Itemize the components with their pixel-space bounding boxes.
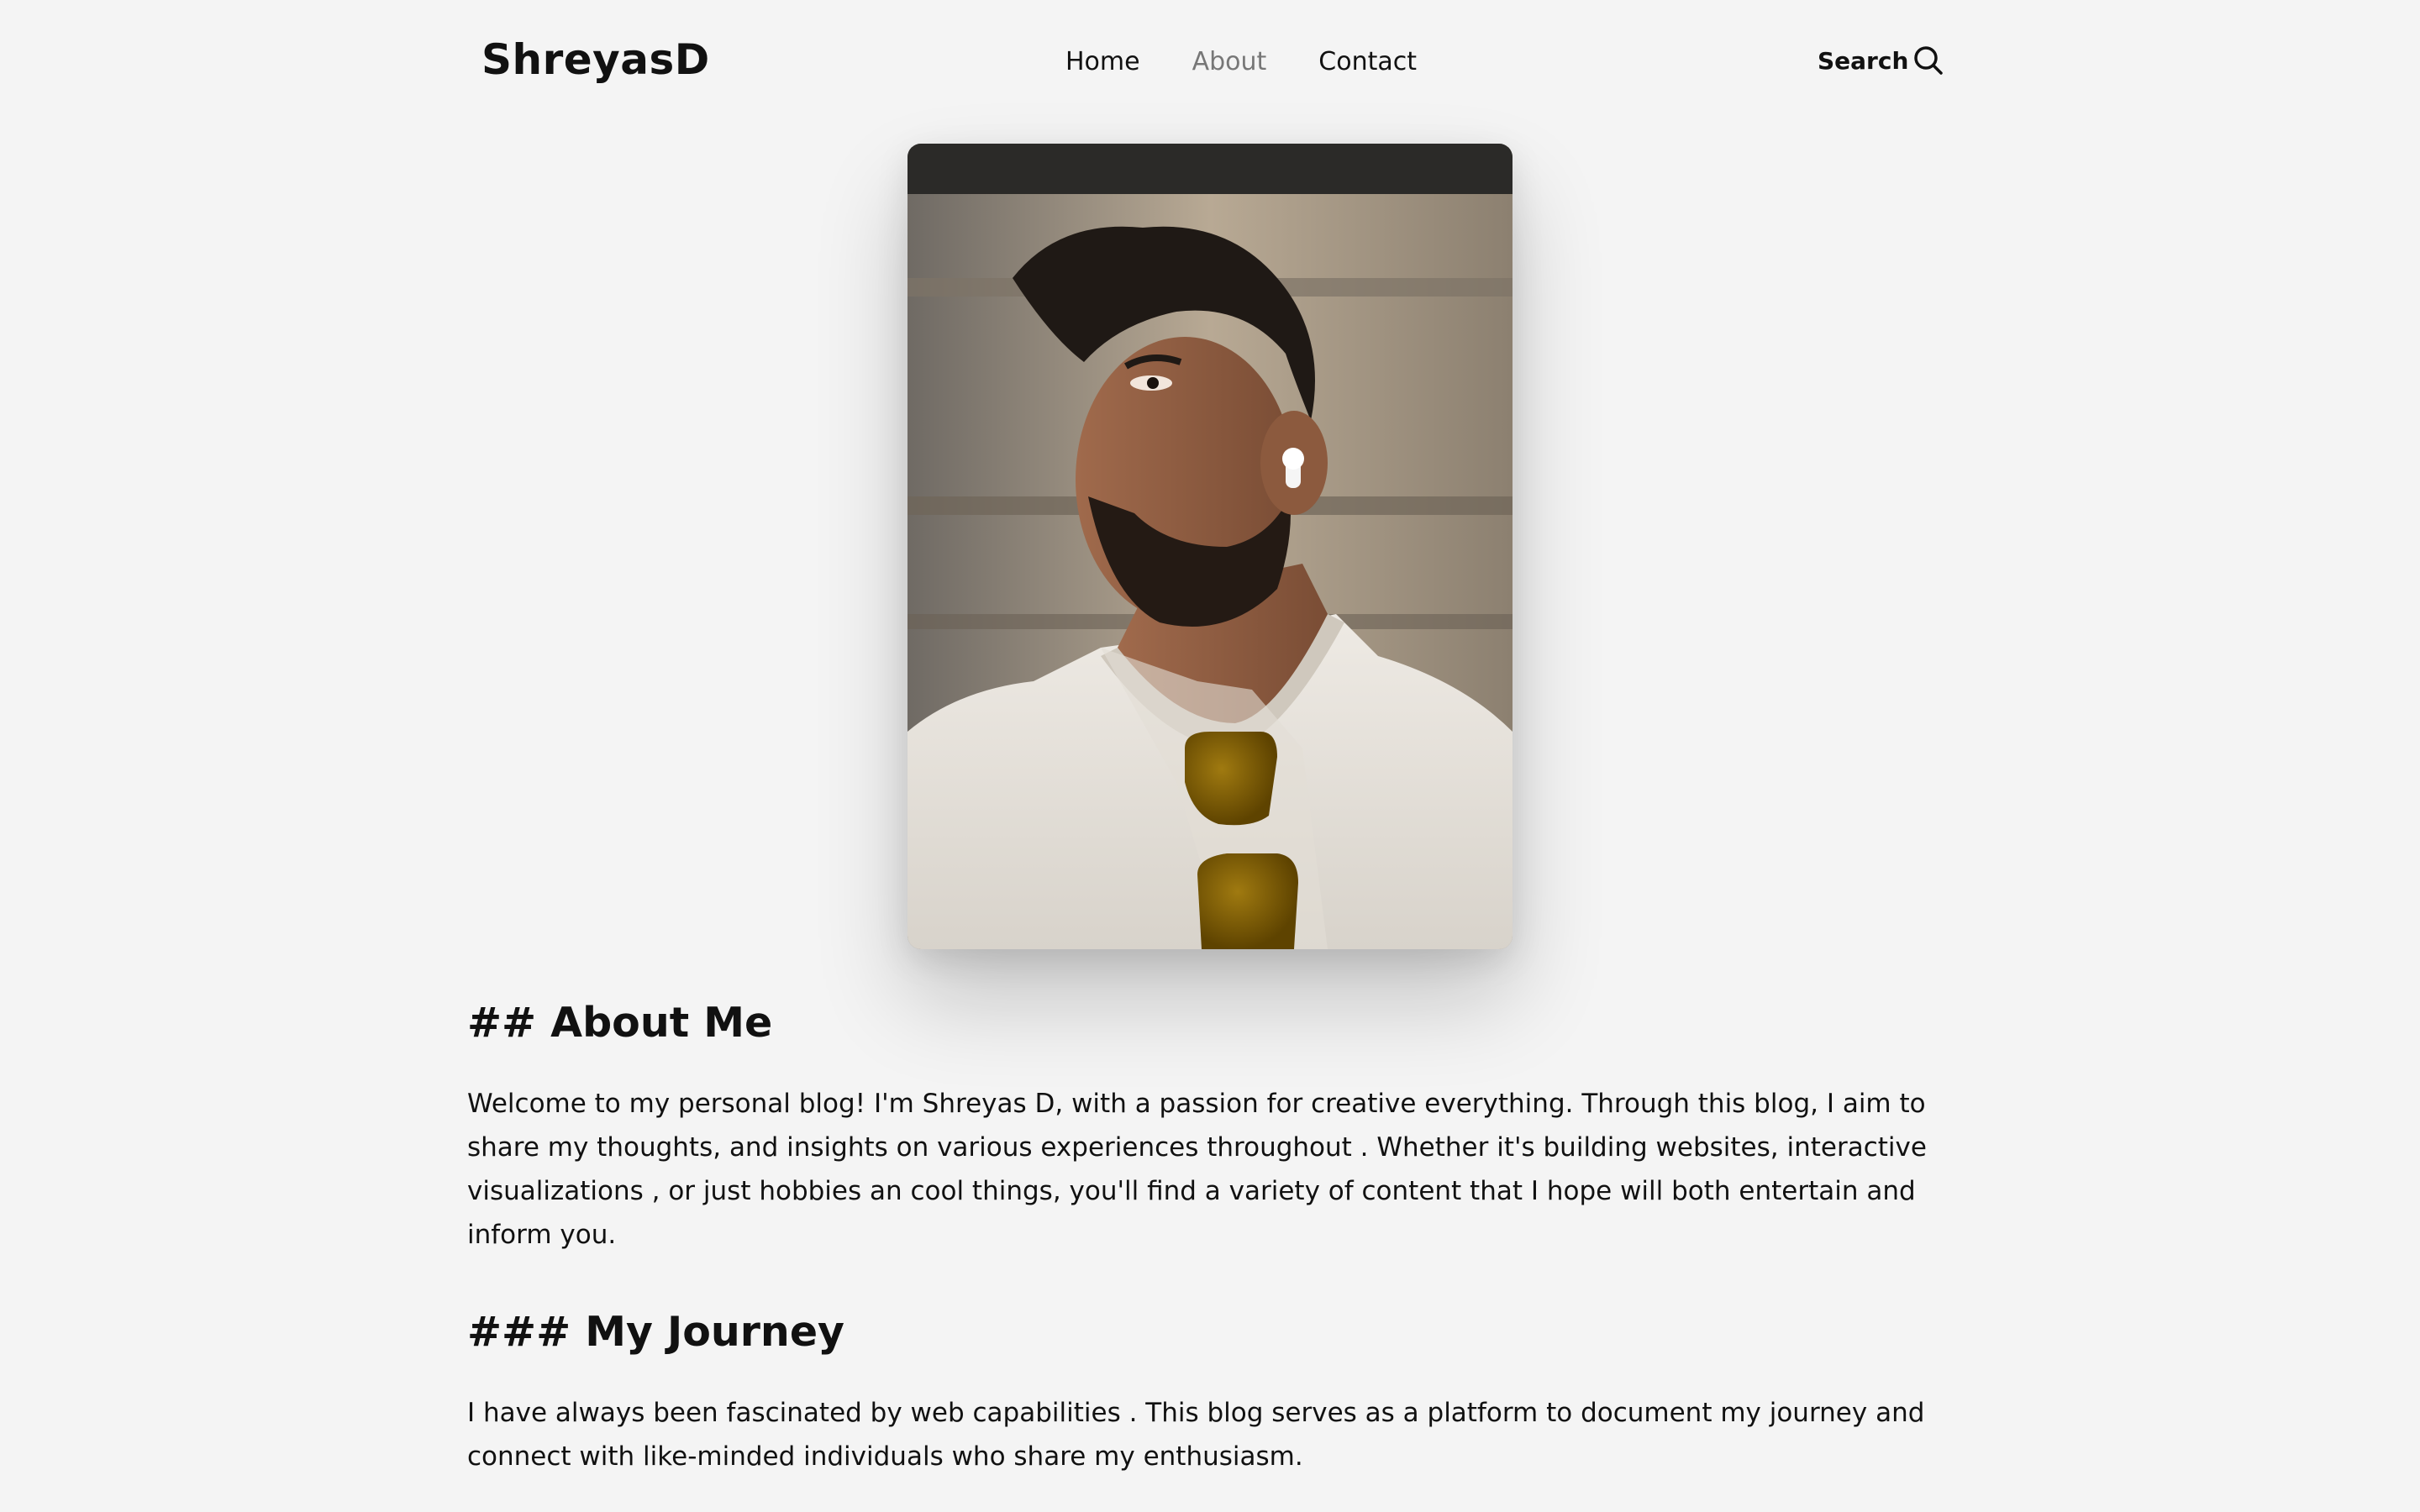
search-label: Search xyxy=(1818,46,1909,75)
site-logo[interactable]: ShreyasD xyxy=(481,35,710,84)
my-journey-paragraph: I have always been fascinated by web cap… xyxy=(467,1398,1925,1472)
about-me-paragraph: Welcome to my personal blog! I'm Shreyas… xyxy=(467,1089,1927,1250)
my-journey-heading: ### My Journey xyxy=(467,1308,844,1356)
nav-home-link[interactable]: Home xyxy=(1065,47,1140,76)
search-button[interactable]: Search xyxy=(1818,44,1945,77)
main-content: ## About Me Welcome to my personal blog!… xyxy=(467,990,1954,1478)
site-header: ShreyasD Home About Contact Search xyxy=(0,0,2420,126)
search-icon xyxy=(1914,46,1944,75)
about-me-heading: ## About Me xyxy=(467,999,773,1047)
portrait-photo xyxy=(908,144,1512,949)
nav-about-link[interactable]: About xyxy=(1192,47,1267,76)
nav-contact-link[interactable]: Contact xyxy=(1318,47,1417,76)
main-nav: Home About Contact xyxy=(1065,47,1417,76)
